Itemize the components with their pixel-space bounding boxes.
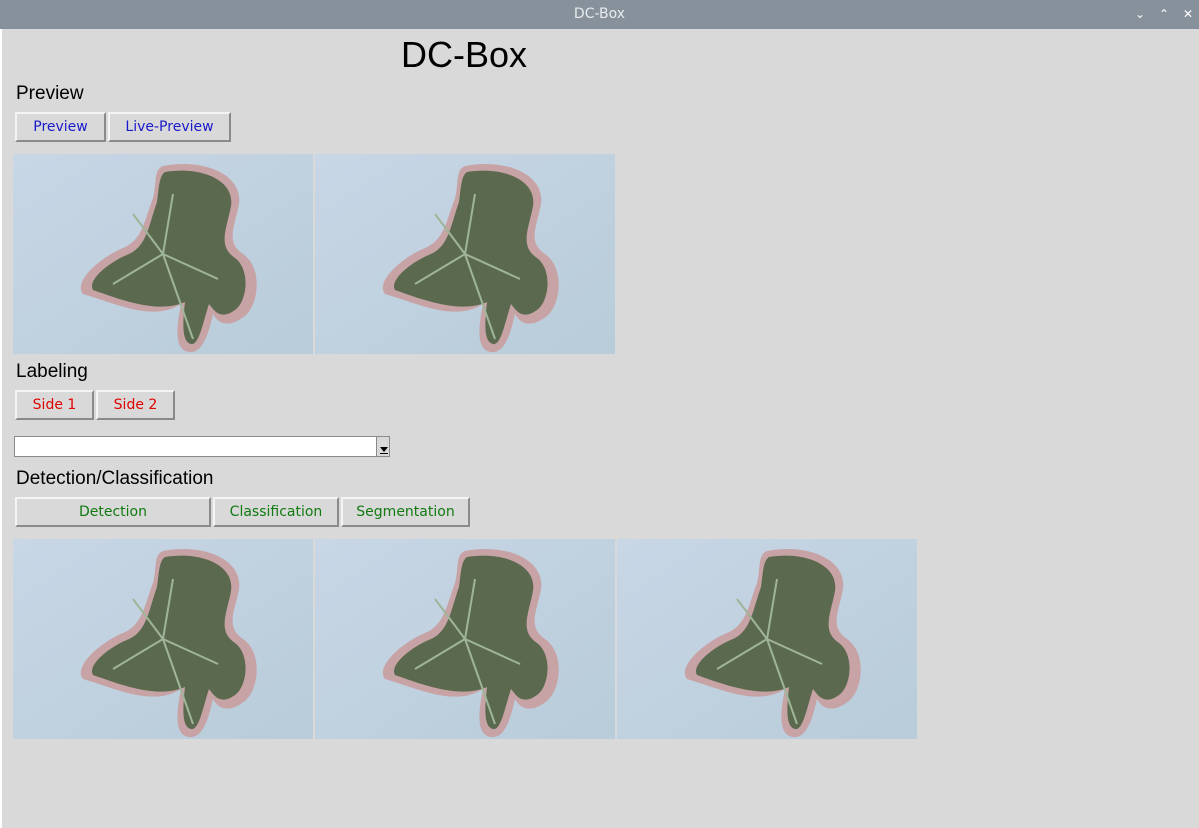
labeling-section-label: Labeling xyxy=(16,361,88,382)
window-titlebar: DC-Box ⌄ ⌃ ✕ xyxy=(0,0,1199,29)
side-1-button[interactable]: Side 1 xyxy=(15,390,94,420)
detection-section-label: Detection/Classification xyxy=(16,468,214,489)
side-2-button[interactable]: Side 2 xyxy=(96,390,175,420)
result-image-segmentation xyxy=(617,539,917,739)
app-title: DC-Box xyxy=(401,34,528,75)
segmentation-button[interactable]: Segmentation xyxy=(341,497,470,527)
preview-image-1 xyxy=(13,154,313,354)
classification-button[interactable]: Classification xyxy=(213,497,339,527)
preview-button[interactable]: Preview xyxy=(15,112,106,142)
app-client-area: DC-Box Preview Preview Live-Preview Labe… xyxy=(0,29,1199,828)
chevron-up-icon[interactable]: ⌃ xyxy=(1155,5,1173,23)
live-preview-button[interactable]: Live-Preview xyxy=(108,112,231,142)
chevron-down-icon[interactable]: ⌄ xyxy=(1131,5,1149,23)
preview-section-label: Preview xyxy=(16,83,84,104)
result-image-classification xyxy=(315,539,615,739)
window-title: DC-Box xyxy=(573,6,626,22)
preview-image-2 xyxy=(315,154,615,354)
close-icon[interactable]: ✕ xyxy=(1179,5,1197,23)
detection-button[interactable]: Detection xyxy=(15,497,211,527)
label-dropdown[interactable] xyxy=(14,436,390,457)
result-image-detection xyxy=(13,539,313,739)
dropdown-arrow-icon[interactable] xyxy=(376,437,389,456)
